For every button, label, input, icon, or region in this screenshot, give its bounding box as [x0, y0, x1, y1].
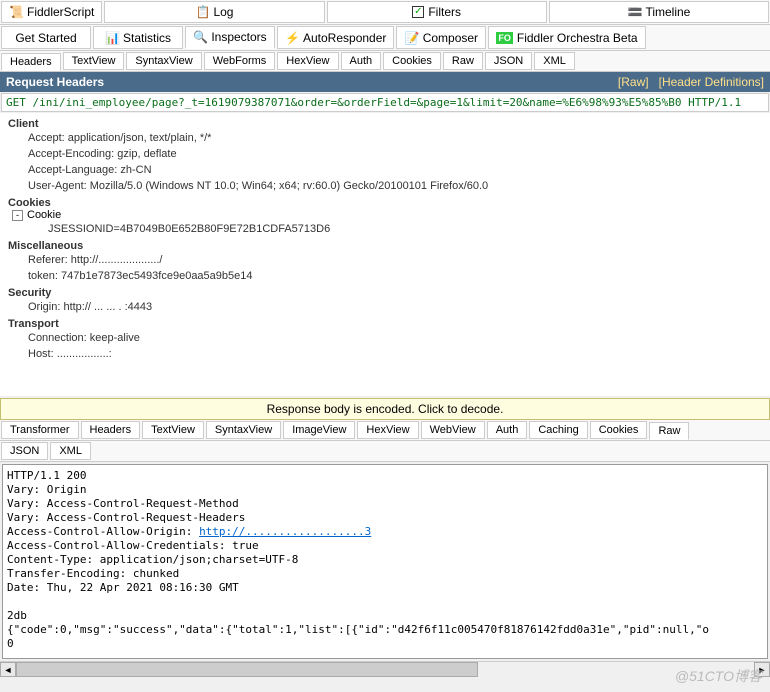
fo-icon: FO: [496, 32, 513, 44]
header-connection: Connection: keep-alive: [28, 330, 762, 346]
resp-tab-transformer[interactable]: Transformer: [1, 421, 79, 439]
inspect-icon: 🔍: [193, 30, 207, 44]
compose-icon: 📝: [405, 31, 419, 45]
header-origin: Origin: http:// ... ... . :4443: [28, 299, 762, 315]
req-tab-cookies[interactable]: Cookies: [383, 52, 441, 70]
request-headers-bar: Request Headers [Raw] [Header Definition…: [0, 72, 770, 92]
header-accept: Accept: application/json, text/plain, */…: [28, 130, 762, 146]
resp-tab-headers[interactable]: Headers: [81, 421, 141, 439]
header-definitions-link[interactable]: [Header Definitions]: [659, 75, 764, 89]
header-token: token: 747b1e7873ec5493fce9e0aa5a9b5e14: [28, 268, 762, 284]
resp-tab-hexview[interactable]: HexView: [357, 421, 418, 439]
js-icon: 📜: [9, 5, 23, 19]
tab-filters[interactable]: ✓Filters: [327, 1, 547, 23]
section-transport: Transport: [8, 318, 762, 330]
timeline-icon: 🟰: [627, 5, 641, 19]
tab-orchestra[interactable]: FOFiddler Orchestra Beta: [488, 26, 645, 49]
tree-collapse-icon[interactable]: -: [12, 210, 23, 221]
req-tab-textview[interactable]: TextView: [63, 52, 125, 70]
section-security: Security: [8, 287, 762, 299]
resp-tab-cookies[interactable]: Cookies: [590, 421, 648, 439]
req-tab-headers[interactable]: Headers: [1, 53, 61, 71]
resp-tab-textview[interactable]: TextView: [142, 421, 204, 439]
header-user-agent: User-Agent: Mozilla/5.0 (Windows NT 10.0…: [28, 178, 762, 194]
response-tab-row-1: Transformer Headers TextView SyntaxView …: [0, 420, 770, 441]
cookie-node[interactable]: -Cookie: [12, 209, 762, 221]
req-tab-auth[interactable]: Auth: [341, 52, 382, 70]
req-tab-raw[interactable]: Raw: [443, 52, 483, 70]
req-tab-hexview[interactable]: HexView: [277, 52, 338, 70]
main-tab-row-2: Get Started 📊Statistics 🔍Inspectors ⚡Aut…: [0, 25, 770, 51]
tab-autoresponder[interactable]: ⚡AutoResponder: [277, 26, 394, 49]
req-tab-xml[interactable]: XML: [534, 52, 575, 70]
resp-tab-imageview[interactable]: ImageView: [283, 421, 355, 439]
header-referer: Referer: http://..................../: [28, 252, 762, 268]
stats-icon: 📊: [105, 31, 119, 45]
resp-tab-webview[interactable]: WebView: [421, 421, 485, 439]
raw-link[interactable]: [Raw]: [618, 75, 649, 89]
request-headers-tree: Client Accept: application/json, text/pl…: [0, 113, 770, 396]
req-tab-json[interactable]: JSON: [485, 52, 532, 70]
horizontal-scrollbar[interactable]: ◄ ►: [0, 661, 770, 677]
request-headers-title: Request Headers: [6, 75, 104, 89]
tab-fiddlerscript[interactable]: 📜FiddlerScript: [1, 1, 102, 23]
check-icon: ✓: [412, 6, 424, 18]
request-line: GET /ini/ini_employee/page?_t=1619079387…: [1, 93, 769, 112]
req-tab-syntaxview[interactable]: SyntaxView: [126, 52, 201, 70]
scroll-left-arrow[interactable]: ◄: [0, 662, 16, 677]
response-tab-row-2: JSON XML: [0, 441, 770, 462]
scroll-thumb[interactable]: [16, 662, 478, 677]
section-cookies: Cookies: [8, 197, 762, 209]
tab-composer[interactable]: 📝Composer: [396, 26, 486, 49]
tab-statistics[interactable]: 📊Statistics: [93, 26, 183, 49]
tab-getstarted[interactable]: Get Started: [1, 26, 91, 49]
header-accept-language: Accept-Language: zh-CN: [28, 162, 762, 178]
tab-log[interactable]: 📋Log: [104, 1, 324, 23]
section-misc: Miscellaneous: [8, 240, 762, 252]
main-tab-row-1: 📜FiddlerScript 📋Log ✓Filters 🟰Timeline: [0, 0, 770, 25]
resp-tab-raw[interactable]: Raw: [649, 422, 689, 440]
resp-tab-auth[interactable]: Auth: [487, 421, 528, 439]
tab-timeline[interactable]: 🟰Timeline: [549, 1, 769, 23]
raw-response-text[interactable]: HTTP/1.1 200 Vary: Origin Vary: Access-C…: [2, 464, 768, 659]
req-tab-webforms[interactable]: WebForms: [204, 52, 276, 70]
resp-tab-syntaxview[interactable]: SyntaxView: [206, 421, 281, 439]
watermark: @51CTO博客: [675, 666, 762, 686]
header-host: Host: .................:: [28, 346, 762, 362]
decode-response-bar[interactable]: Response body is encoded. Click to decod…: [0, 398, 770, 420]
section-client: Client: [8, 118, 762, 130]
tab-inspectors[interactable]: 🔍Inspectors: [185, 26, 275, 49]
request-tab-row: Headers TextView SyntaxView WebForms Hex…: [0, 51, 770, 72]
resp-tab-xml[interactable]: XML: [50, 442, 91, 460]
resp-tab-json[interactable]: JSON: [1, 442, 48, 460]
header-accept-encoding: Accept-Encoding: gzip, deflate: [28, 146, 762, 162]
resp-tab-caching[interactable]: Caching: [529, 421, 587, 439]
cookie-jsessionid: JSESSIONID=4B7049B0E652B80F9E72B1CDFA571…: [48, 221, 762, 237]
auto-icon: ⚡: [285, 31, 299, 45]
log-icon: 📋: [195, 5, 209, 19]
